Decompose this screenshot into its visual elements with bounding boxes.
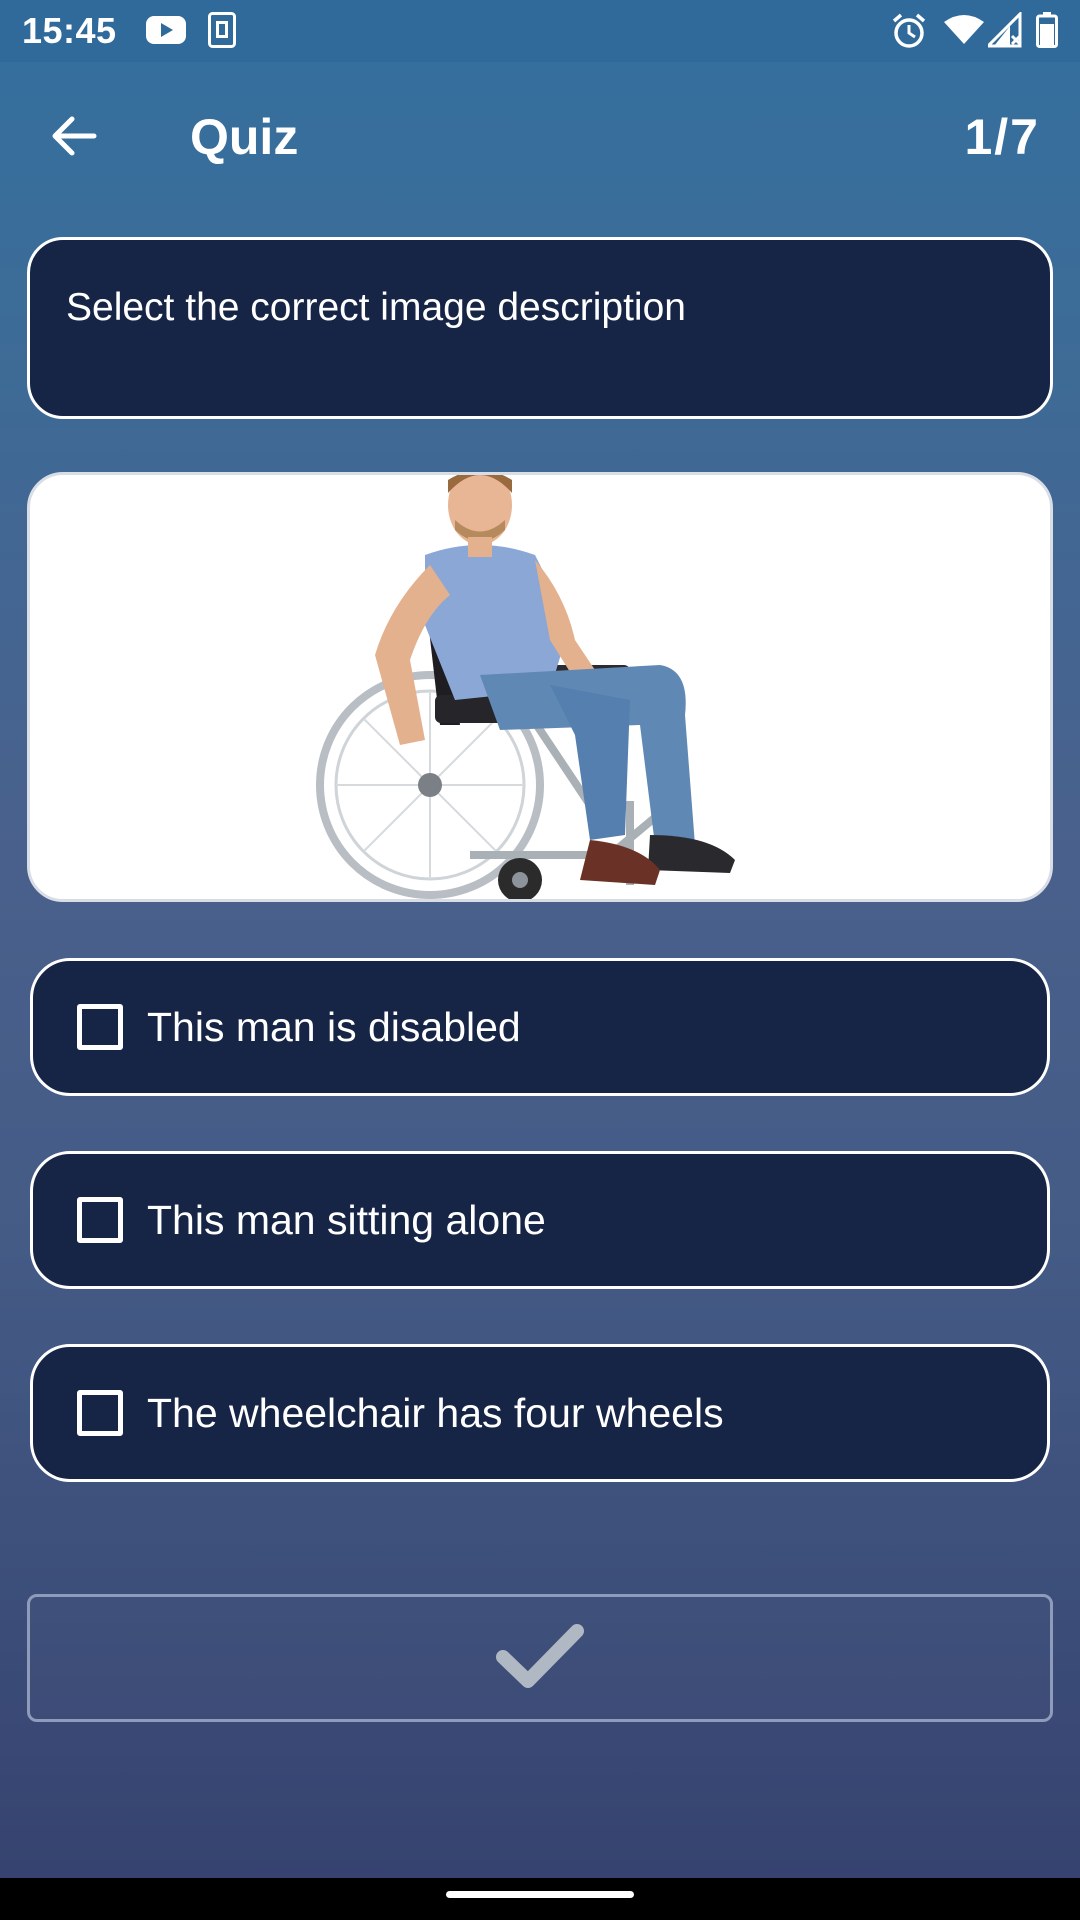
home-indicator[interactable] — [446, 1891, 634, 1898]
sim-card-icon — [208, 12, 236, 53]
answer-option-1[interactable]: This man is disabled — [30, 958, 1050, 1096]
question-card: Select the correct image description — [27, 237, 1053, 419]
submit-button[interactable] — [27, 1594, 1053, 1722]
arrow-left-icon — [50, 115, 98, 162]
option-label: This man sitting alone — [147, 1196, 546, 1243]
answer-option-2[interactable]: This man sitting alone — [30, 1151, 1050, 1289]
quiz-image — [27, 472, 1053, 902]
page-title: Quiz — [190, 109, 299, 165]
alarm-icon — [890, 12, 928, 55]
navigation-bar — [0, 1878, 1080, 1920]
status-time: 15:45 — [22, 10, 117, 51]
checkbox-icon[interactable] — [77, 1390, 123, 1436]
battery-icon — [1036, 12, 1058, 53]
answer-option-3[interactable]: The wheelchair has four wheels — [30, 1344, 1050, 1482]
signal-icon — [984, 10, 1022, 53]
status-bar: 15:45 — [0, 0, 1080, 62]
option-label: The wheelchair has four wheels — [147, 1389, 724, 1436]
question-progress: 1/7 — [964, 109, 1040, 165]
checkbox-icon[interactable] — [77, 1004, 123, 1050]
option-label: This man is disabled — [147, 1003, 521, 1050]
question-text: Select the correct image description — [66, 286, 686, 329]
checkbox-icon[interactable] — [77, 1197, 123, 1243]
youtube-icon — [146, 14, 186, 51]
man-in-wheelchair-image — [316, 475, 735, 899]
checkmark-icon — [495, 1623, 585, 1694]
wifi-icon — [944, 14, 984, 51]
back-button[interactable] — [36, 100, 112, 176]
